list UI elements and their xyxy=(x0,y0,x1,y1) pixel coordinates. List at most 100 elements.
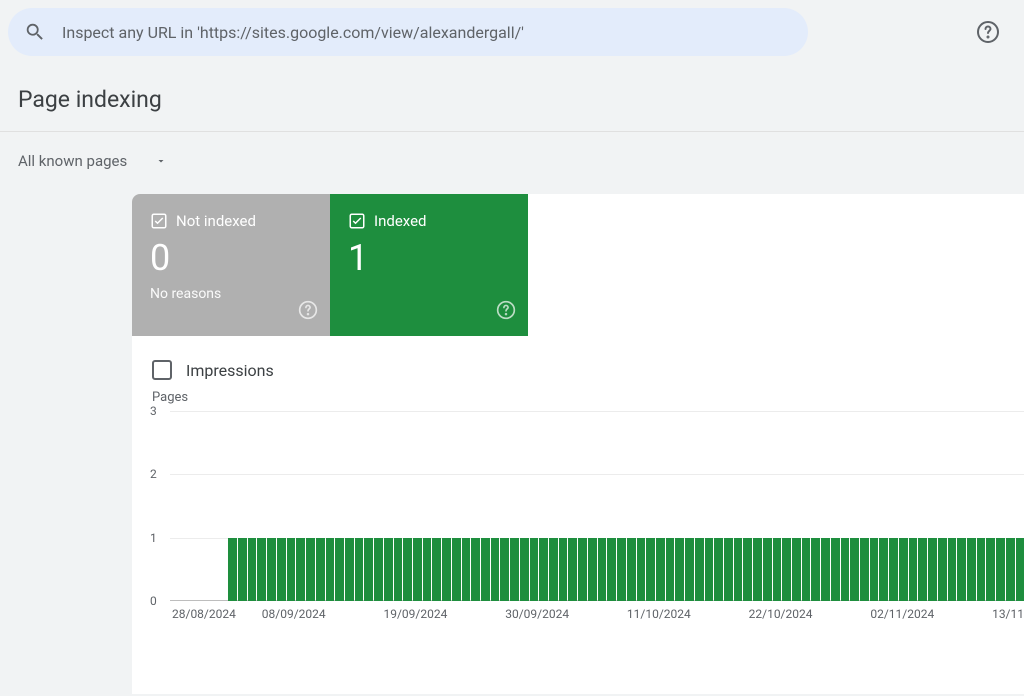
chart-bar xyxy=(238,538,247,601)
chart-bar xyxy=(918,538,927,601)
chart-bar xyxy=(753,538,762,601)
chart-bar xyxy=(413,538,422,601)
url-inspect-search[interactable]: Inspect any URL in 'https://sites.google… xyxy=(8,8,808,56)
chart-bar xyxy=(977,538,986,601)
chart-bar xyxy=(403,538,412,601)
chart-bar xyxy=(792,538,801,601)
chart-bar xyxy=(705,538,714,601)
chart-bar xyxy=(802,538,811,601)
chart-bar xyxy=(811,538,820,601)
chart-bar xyxy=(452,538,461,601)
chart-bar xyxy=(714,538,723,601)
chart-bar xyxy=(967,538,976,601)
impressions-checkbox[interactable] xyxy=(152,360,172,380)
chart-bar xyxy=(316,538,325,601)
search-placeholder: Inspect any URL in 'https://sites.google… xyxy=(62,23,524,42)
chart-bar xyxy=(500,538,509,601)
chart-bar xyxy=(471,538,480,601)
y-tick-label: 2 xyxy=(150,467,157,481)
chart-bar xyxy=(588,538,597,601)
chart-bar xyxy=(666,538,675,601)
filter-dropdown[interactable]: All known pages xyxy=(0,132,1024,194)
chart-bar xyxy=(928,538,937,601)
chart-bar xyxy=(763,538,772,601)
chart-bar xyxy=(364,538,373,601)
impressions-label: Impressions xyxy=(186,361,274,380)
y-tick-label: 3 xyxy=(150,404,157,418)
x-tick-label: 08/09/2024 xyxy=(262,607,326,621)
chart-bar xyxy=(345,538,354,601)
tab-label: Indexed xyxy=(374,212,427,230)
chart-bar xyxy=(957,538,966,601)
chart-bar xyxy=(510,538,519,601)
chart-bar xyxy=(481,538,490,601)
filter-label: All known pages xyxy=(18,152,127,170)
help-icon[interactable] xyxy=(496,300,516,324)
chart-bar xyxy=(870,538,879,601)
chart-bar xyxy=(539,538,548,601)
chart-bar xyxy=(257,538,266,601)
chart-bar xyxy=(656,538,665,601)
chart-bar xyxy=(879,538,888,601)
chart-bar xyxy=(627,538,636,601)
chart-bar xyxy=(335,538,344,601)
y-tick-label: 0 xyxy=(150,594,157,608)
chart-bar xyxy=(287,538,296,601)
chart-bar xyxy=(695,538,704,601)
chart-bar xyxy=(384,538,393,601)
chart-bar xyxy=(549,538,558,601)
chart-bar xyxy=(559,538,568,601)
y-axis-label: Pages xyxy=(152,390,1024,405)
chart-bar xyxy=(394,538,403,601)
help-icon[interactable] xyxy=(298,300,318,324)
chart-bar xyxy=(743,538,752,601)
tab-count: 1 xyxy=(348,240,510,276)
chart-bar xyxy=(909,538,918,601)
chart-bar xyxy=(685,538,694,601)
chart-bar xyxy=(617,538,626,601)
tab-subtext: No reasons xyxy=(150,286,312,302)
page-title: Page indexing xyxy=(0,56,1024,132)
x-tick-label: 22/10/2024 xyxy=(749,607,813,621)
search-icon xyxy=(24,21,46,43)
chart-bar xyxy=(530,538,539,601)
chart-bar xyxy=(520,538,529,601)
chart-bar xyxy=(1016,538,1024,601)
chart-bar xyxy=(374,538,383,601)
chart-bar xyxy=(734,538,743,601)
chart-bar xyxy=(598,538,607,601)
x-tick-label: 13/11/2024 xyxy=(992,607,1024,621)
chevron-down-icon xyxy=(155,155,167,167)
chart-bar xyxy=(841,538,850,601)
chart-bar xyxy=(646,538,655,601)
chart-bar xyxy=(889,538,898,601)
chart-bar xyxy=(899,538,908,601)
chart-bar xyxy=(831,538,840,601)
chart-bar xyxy=(637,538,646,601)
indexed-pages-chart: Pages 0123 28/08/202408/09/202419/09/202… xyxy=(132,390,1024,625)
chart-bar xyxy=(462,538,471,601)
chart-bar xyxy=(724,538,733,601)
tab-not-indexed[interactable]: Not indexed 0 No reasons xyxy=(132,194,330,336)
help-icon[interactable] xyxy=(968,12,1008,52)
chart-bar xyxy=(568,538,577,601)
tab-indexed[interactable]: Indexed 1 xyxy=(330,194,528,336)
chart-bar xyxy=(860,538,869,601)
chart-bar xyxy=(248,538,257,601)
checkbox-checked-icon xyxy=(348,212,366,230)
chart-bar xyxy=(948,538,957,601)
chart-bar xyxy=(306,538,315,601)
tab-count: 0 xyxy=(150,240,312,276)
chart-bar xyxy=(773,538,782,601)
x-tick-label: 28/08/2024 xyxy=(172,607,236,621)
chart-bar xyxy=(326,538,335,601)
chart-bar xyxy=(850,538,859,601)
chart-bar xyxy=(296,538,305,601)
chart-bar xyxy=(996,538,1005,601)
chart-bar xyxy=(423,538,432,601)
chart-bar xyxy=(986,538,995,601)
tab-label: Not indexed xyxy=(176,212,256,230)
chart-bar xyxy=(782,538,791,601)
checkbox-checked-icon xyxy=(150,212,168,230)
chart-bar xyxy=(1006,538,1015,601)
